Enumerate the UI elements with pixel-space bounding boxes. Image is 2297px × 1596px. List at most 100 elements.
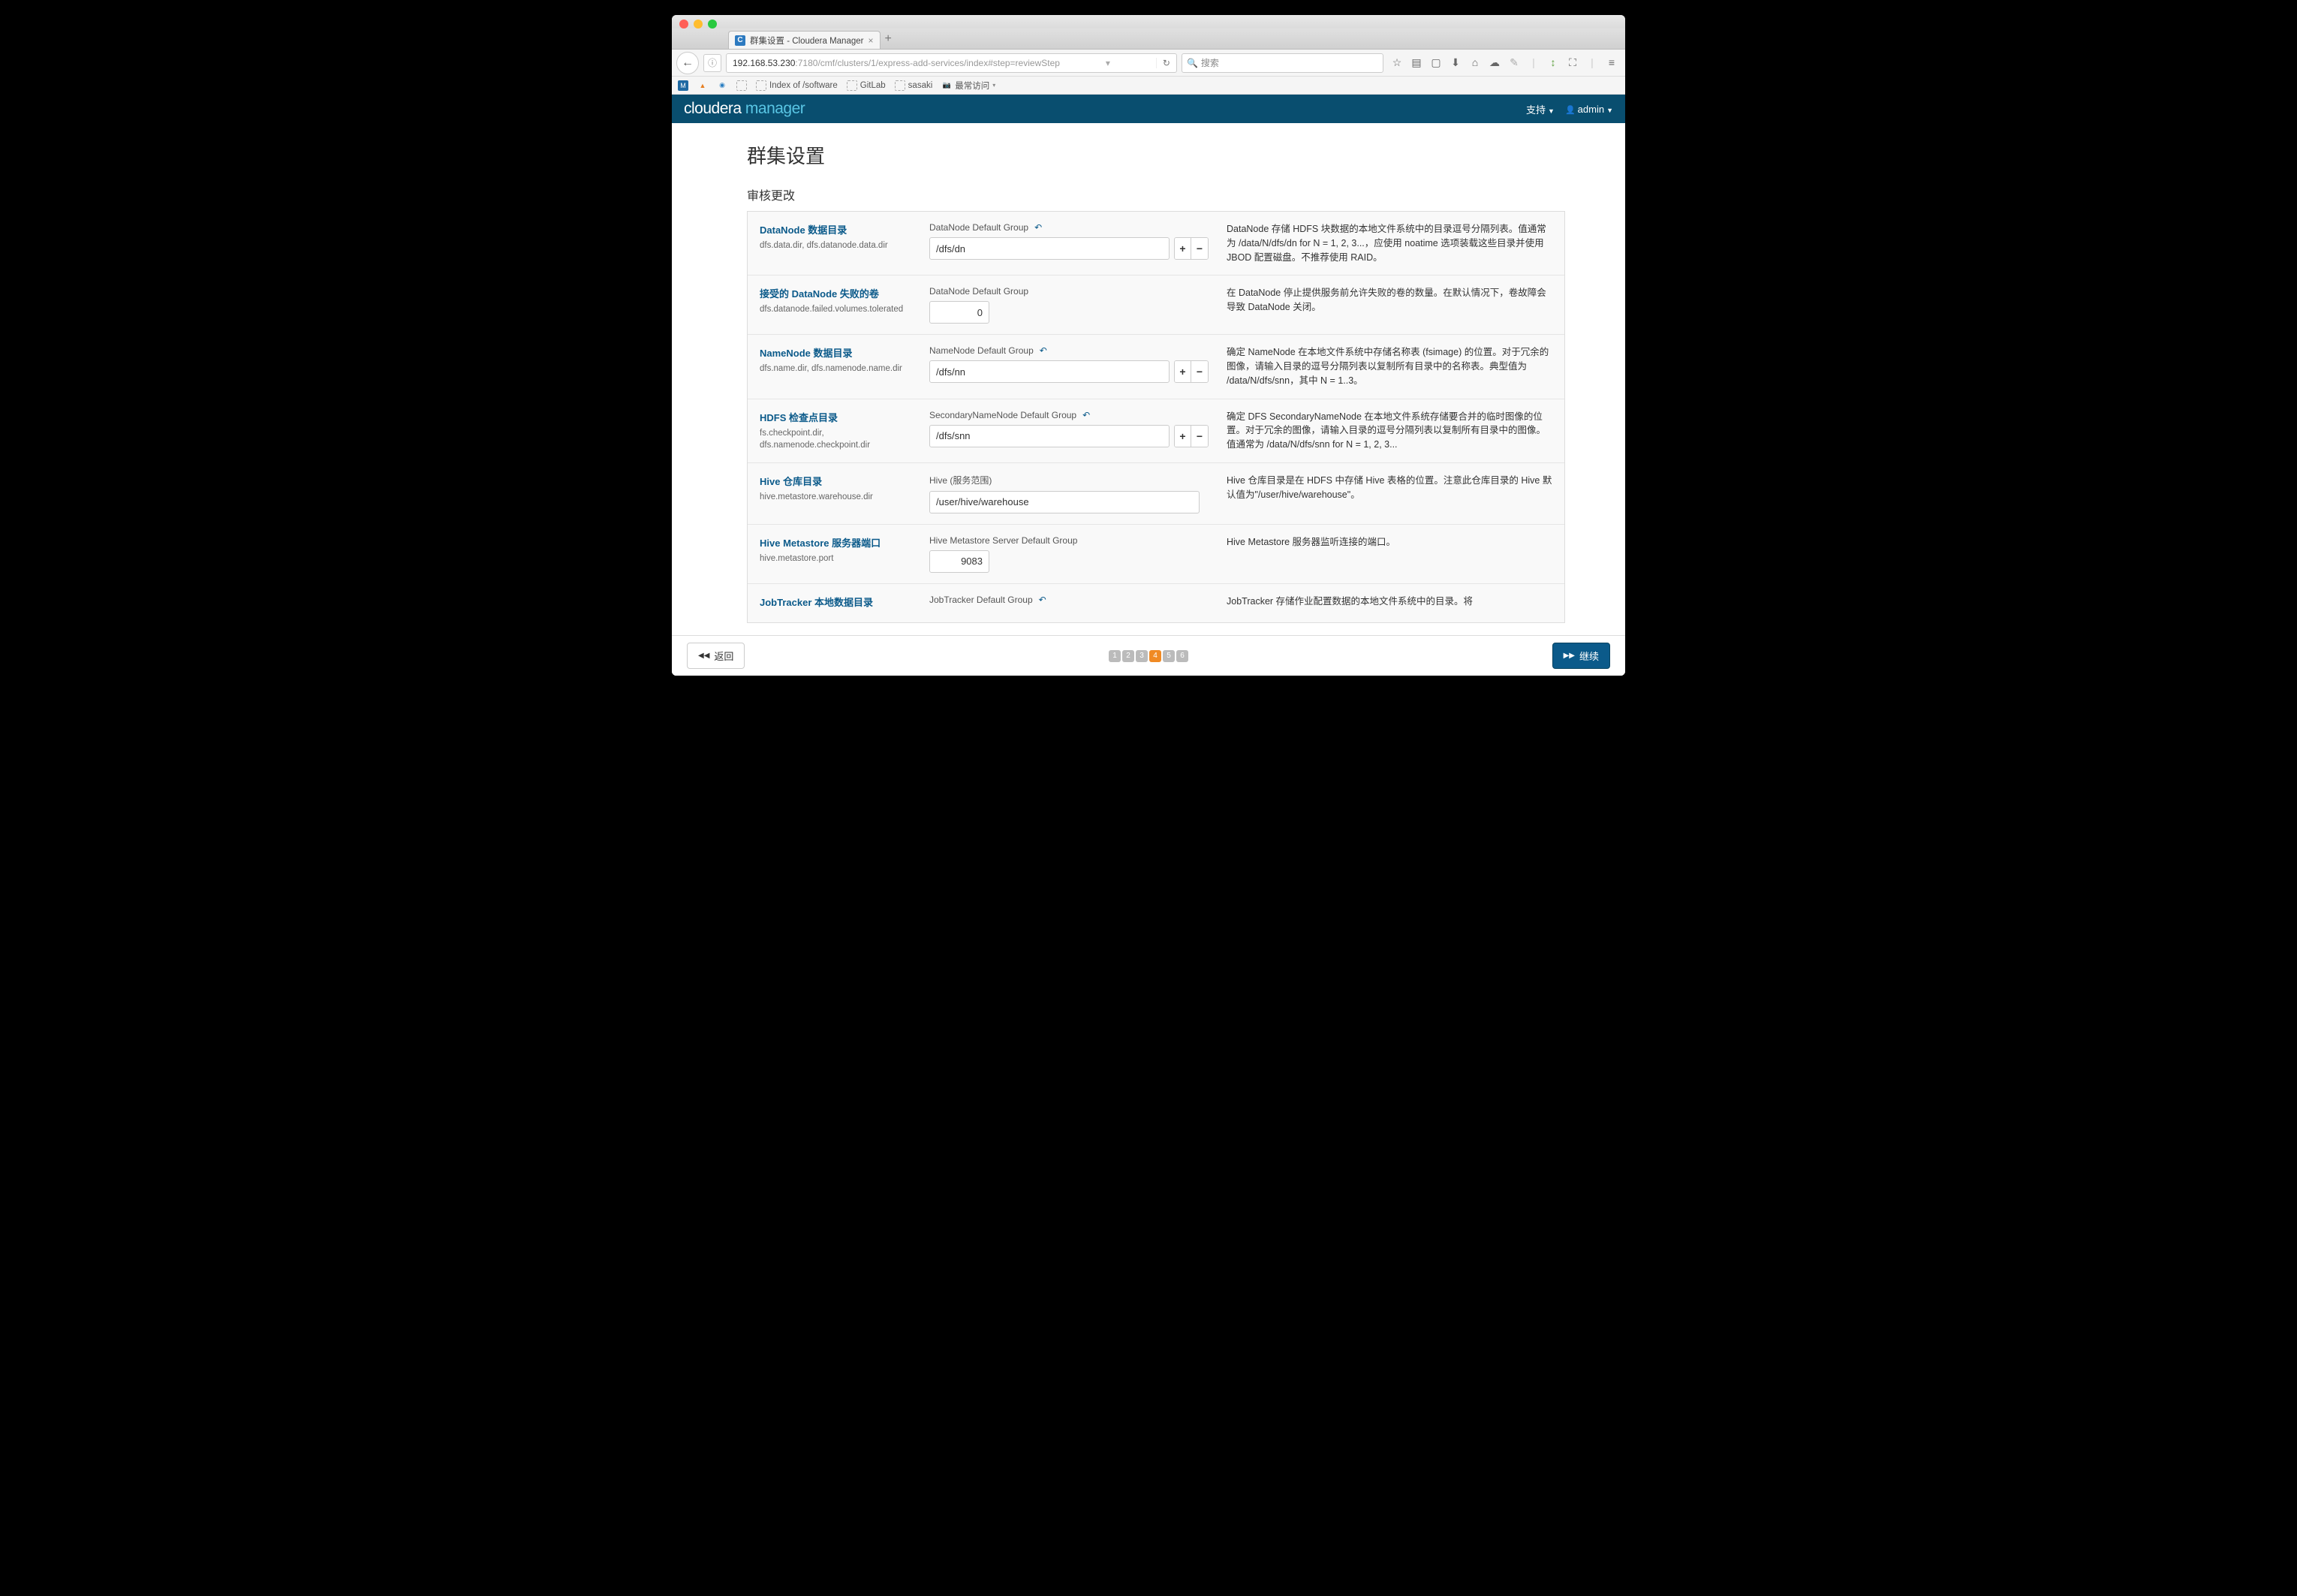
add-button[interactable]: + [1175,361,1191,382]
config-input[interactable] [929,301,989,324]
main-content: 群集设置 审核更改 DataNode 数据目录 dfs.data.dir, df… [672,123,1625,676]
undo-icon[interactable]: ↶ [1034,222,1042,233]
config-description: DataNode 存储 HDFS 块数据的本地文件系统中的目录逗号分隔列表。值通… [1227,222,1552,264]
step-indicator[interactable]: 4 [1149,650,1161,662]
close-window-button[interactable] [679,20,688,29]
sync-icon[interactable]: ↕ [1547,56,1559,69]
library-icon[interactable]: ▤ [1410,56,1422,69]
back-button[interactable]: ◀◀ 返回 [687,643,745,669]
search-bar[interactable]: 🔍 搜索 [1182,53,1383,73]
config-group-label: Hive Metastore Server Default Group [929,535,1215,546]
back-button[interactable]: ← [676,52,699,74]
config-description: 确定 DFS SecondaryNameNode 在本地文件系统存储要合并的临时… [1227,410,1552,452]
new-tab-button[interactable]: + [885,32,892,49]
bookmark-star-icon[interactable]: ☆ [1391,56,1403,69]
bookmark-item[interactable]: ◉ [717,80,727,91]
undo-icon[interactable]: ↶ [1039,595,1046,605]
add-button[interactable]: + [1175,238,1191,259]
config-row: DataNode 数据目录 dfs.data.dir, dfs.datanode… [748,212,1564,276]
menu-icon[interactable]: ≡ [1606,56,1618,69]
step-indicator[interactable]: 1 [1109,650,1121,662]
config-sub: hive.metastore.port [760,553,917,565]
url-host: 192.168.53.230 [733,58,795,68]
add-button[interactable]: + [1175,426,1191,447]
crop-icon[interactable]: ⛶ [1567,56,1579,69]
reload-icon[interactable]: ↻ [1156,58,1170,68]
user-icon: 👤 [1565,106,1576,115]
maximize-window-button[interactable] [708,20,717,29]
app-logo[interactable]: cloudera manager [684,100,805,118]
url-path: :7180/cmf/clusters/1/express-add-service… [795,58,1060,68]
tabbar: C 群集设置 - Cloudera Manager × + [672,29,1625,50]
config-sub: dfs.datanode.failed.volumes.tolerated [760,303,917,315]
config-description: Hive Metastore 服务器监听连接的端口。 [1227,535,1552,573]
downloads-icon[interactable]: ⬇ [1450,56,1462,69]
step-indicator[interactable]: 6 [1176,650,1188,662]
wizard-steps: 123456 [1109,650,1188,662]
browser-window: C 群集设置 - Cloudera Manager × + ← ⓘ 192.16… [672,15,1625,676]
config-description: 在 DataNode 停止提供服务前允许失败的卷的数量。在默认情况下，卷故障会导… [1227,286,1552,324]
config-input[interactable] [929,491,1200,513]
config-title[interactable]: 接受的 DataNode 失败的卷 [760,286,917,300]
pocket-icon[interactable]: ▢ [1430,56,1442,69]
step-indicator[interactable]: 3 [1136,650,1148,662]
url-bar[interactable]: 192.168.53.230:7180/cmf/clusters/1/expre… [726,53,1177,73]
bookmark-item[interactable]: ▲ [697,80,708,91]
bookmark-item[interactable]: 📷最常访问 ▾ [941,80,995,92]
config-title[interactable]: NameNode 数据目录 [760,345,917,360]
close-tab-icon[interactable]: × [868,35,873,46]
config-panel: DataNode 数据目录 dfs.data.dir, dfs.datanode… [747,211,1565,623]
config-title[interactable]: JobTracker 本地数据目录 [760,595,917,609]
continue-button[interactable]: ▶▶ 继续 [1552,643,1610,669]
step-indicator[interactable]: 2 [1122,650,1134,662]
bookmark-item[interactable]: sasaki [895,80,933,91]
support-link[interactable]: 支持▼ [1526,102,1555,116]
bookmark-item[interactable] [736,80,747,91]
reader-mode-icon[interactable]: ▾ [1106,58,1110,68]
bookmark-item[interactable]: GitLab [847,80,886,91]
config-row: HDFS 检查点目录 fs.checkpoint.dir, dfs.nameno… [748,399,1564,463]
page: cloudera manager 支持▼ 👤admin▼ 群集设置 审核更改 D… [672,95,1625,676]
config-sub: hive.metastore.warehouse.dir [760,491,917,503]
config-input[interactable] [929,360,1170,383]
remove-button[interactable]: − [1191,238,1208,259]
favicon-icon: C [735,35,745,46]
user-menu[interactable]: 👤admin▼ [1565,104,1613,115]
minimize-window-button[interactable] [694,20,703,29]
app-header: cloudera manager 支持▼ 👤admin▼ [672,95,1625,123]
config-title[interactable]: HDFS 检查点目录 [760,410,917,424]
bookmark-item[interactable]: M [678,80,688,91]
browser-tab[interactable]: C 群集设置 - Cloudera Manager × [728,31,881,49]
search-icon: 🔍 [1187,58,1198,68]
add-remove-group: + − [1174,425,1209,447]
config-input[interactable] [929,550,989,573]
divider-icon: | [1528,56,1540,69]
config-group-label: Hive (服务范围) [929,474,1215,486]
wizard-footer: ◀◀ 返回 123456 ▶▶ 继续 [672,635,1625,676]
undo-icon[interactable]: ↶ [1040,345,1047,356]
config-input[interactable] [929,425,1170,447]
remove-button[interactable]: − [1191,426,1208,447]
config-row: NameNode 数据目录 dfs.name.dir, dfs.namenode… [748,335,1564,399]
traffic-lights [679,20,717,29]
undo-icon[interactable]: ↶ [1082,410,1090,420]
config-row: Hive Metastore 服务器端口 hive.metastore.port… [748,525,1564,584]
paint-icon[interactable]: ✎ [1508,56,1520,69]
config-title[interactable]: Hive Metastore 服务器端口 [760,535,917,550]
config-sub: dfs.name.dir, dfs.namenode.name.dir [760,363,917,375]
config-input[interactable] [929,237,1170,260]
continue-icon: ▶▶ [1564,652,1575,660]
config-sub: dfs.data.dir, dfs.datanode.data.dir [760,239,917,251]
bookmark-item[interactable]: Index of /software [756,80,838,91]
config-title[interactable]: DataNode 数据目录 [760,222,917,236]
remove-button[interactable]: − [1191,361,1208,382]
site-info-button[interactable]: ⓘ [703,54,721,72]
chat-icon[interactable]: ☁ [1489,56,1501,69]
config-group-label: SecondaryNameNode Default Group ↶ [929,410,1215,420]
bookmarks-bar: M ▲ ◉ Index of /software GitLab sasaki 📷… [672,77,1625,95]
home-icon[interactable]: ⌂ [1469,56,1481,69]
step-indicator[interactable]: 5 [1163,650,1175,662]
config-row: 接受的 DataNode 失败的卷 dfs.datanode.failed.vo… [748,276,1564,335]
config-row: Hive 仓库目录 hive.metastore.warehouse.dir H… [748,463,1564,525]
config-title[interactable]: Hive 仓库目录 [760,474,917,488]
